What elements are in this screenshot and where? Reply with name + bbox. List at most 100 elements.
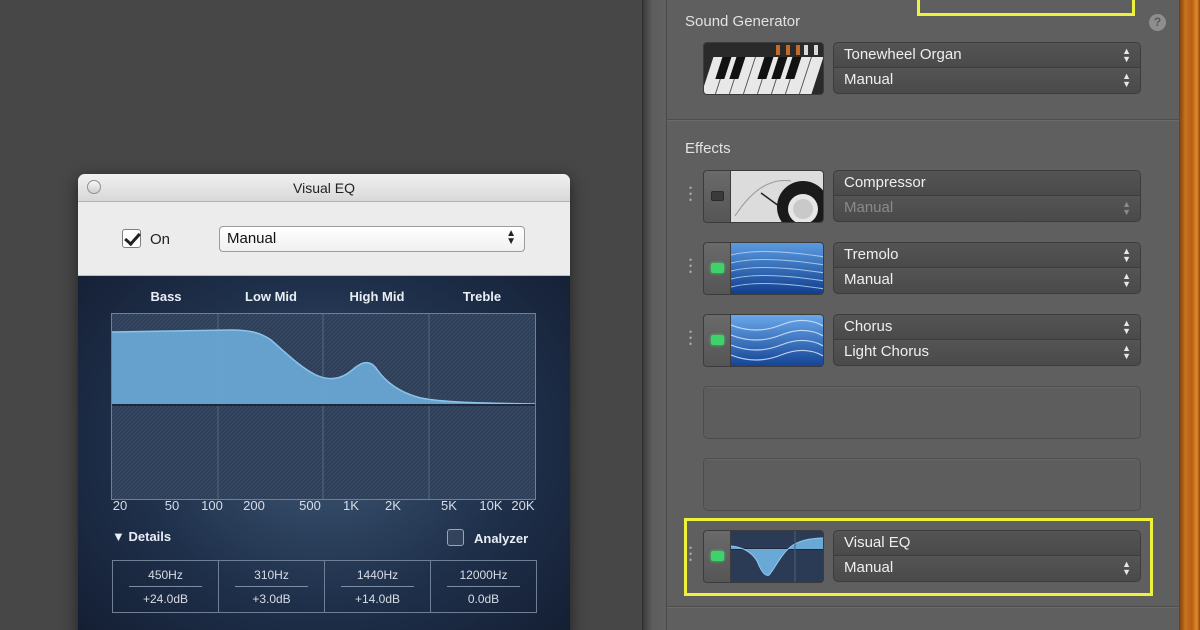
band-frequency[interactable]: 450Hz — [113, 568, 218, 582]
details-disclosure[interactable]: ▼ Details — [112, 529, 171, 544]
instrument-select[interactable]: Tonewheel Organ ▲ ▼ — [833, 42, 1141, 68]
power-button[interactable] — [704, 531, 731, 582]
disclosure-triangle-icon: ▼ — [112, 529, 125, 544]
section-divider — [667, 606, 1179, 607]
up-down-arrows-icon: ▲ ▼ — [1122, 559, 1131, 577]
drag-handle-icon[interactable]: • • • — [689, 184, 693, 205]
freq-label: 5K — [441, 498, 457, 513]
power-led — [711, 551, 724, 561]
freq-label: 1K — [343, 498, 359, 513]
eq-curve-icon — [731, 531, 823, 582]
up-down-arrows-icon: ▲ ▼ — [506, 228, 516, 247]
effect-name: Compressor — [844, 174, 926, 191]
freq-label: 50 — [164, 498, 180, 513]
up-down-arrows-icon: ▲ ▼ — [1122, 318, 1131, 336]
smart-controls-inspector: ? Sound Generator Tonewheel Organ ▲ ▼ Ma… — [666, 0, 1179, 630]
chorus-wave-icon — [731, 315, 823, 366]
effect-name-visual-eq[interactable]: Visual EQ — [833, 530, 1141, 556]
details-label: Details — [128, 529, 172, 544]
empty-effect-slot[interactable] — [703, 458, 1141, 511]
freq-label: 500 — [299, 498, 321, 513]
band-label-low-mid: Low Mid — [245, 289, 297, 304]
band-label-high-mid: High Mid — [349, 289, 405, 304]
effect-preset: Light Chorus — [844, 343, 930, 360]
power-button[interactable] — [704, 171, 731, 222]
analyzer-checkbox[interactable] — [447, 529, 464, 546]
eq-preset-value: Manual — [227, 230, 277, 247]
eq-curve-graph[interactable] — [111, 313, 537, 501]
power-button[interactable] — [704, 243, 731, 294]
band-detail-high-mid: 1440Hz +14.0dB — [325, 561, 431, 612]
effect-slot-compressor[interactable] — [703, 170, 824, 223]
divider — [129, 586, 202, 587]
effect-slot-visual-eq[interactable] — [703, 530, 824, 583]
band-details-table: 450Hz +24.0dB 310Hz +3.0dB 1440Hz +14.0d… — [112, 560, 537, 613]
effects-title: Effects — [685, 140, 731, 157]
empty-effect-slot[interactable] — [703, 386, 1141, 439]
effect-name: Visual EQ — [844, 534, 911, 551]
freq-label: 10K — [479, 498, 503, 513]
eq-preset-select[interactable]: Manual ▲ ▼ — [219, 226, 525, 252]
effect-preset: Manual — [844, 271, 894, 288]
effect-preset-tremolo[interactable]: Manual ▲ ▼ — [833, 268, 1141, 294]
band-detail-bass: 450Hz +24.0dB — [113, 561, 219, 612]
freq-label: 200 — [243, 498, 265, 513]
tremolo-wave-icon — [731, 243, 823, 294]
instrument-value: Tonewheel Organ — [844, 46, 962, 63]
band-gain[interactable]: 0.0dB — [431, 592, 536, 606]
effect-preset-compressor[interactable]: Manual ▲ ▼ — [833, 196, 1141, 222]
effect-slot-chorus[interactable] — [703, 314, 824, 367]
drag-handle-icon[interactable]: • • • — [689, 544, 693, 565]
organ-keyboard-icon[interactable] — [703, 42, 824, 95]
band-detail-low-mid: 310Hz +3.0dB — [219, 561, 325, 612]
eq-toolbar: On Manual ▲ ▼ — [78, 202, 570, 276]
effect-name: Chorus — [844, 318, 893, 335]
visual-eq-window: Visual EQ On Manual ▲ ▼ Bass Low Mid High… — [78, 174, 570, 630]
section-divider — [667, 119, 1179, 120]
band-frequency[interactable]: 1440Hz — [325, 568, 430, 582]
inspector-edge — [642, 0, 666, 630]
analyzer-label: Analyzer — [474, 531, 529, 546]
eq-graph-panel: Bass Low Mid High Mid Treble 20 50 100 2… — [78, 276, 570, 630]
band-gain[interactable]: +14.0dB — [325, 592, 430, 606]
band-label-bass: Bass — [150, 289, 182, 304]
sound-generator-title: Sound Generator — [685, 13, 801, 30]
up-down-arrows-icon: ▲ ▼ — [1122, 343, 1131, 361]
power-led — [711, 335, 724, 345]
up-down-arrows-icon: ▲ ▼ — [1122, 246, 1131, 264]
divider — [235, 586, 308, 587]
effect-name-compressor[interactable]: Compressor — [833, 170, 1141, 196]
window-title: Visual EQ — [293, 180, 355, 196]
on-checkbox[interactable] — [122, 229, 141, 248]
wood-panel-edge — [1179, 0, 1200, 630]
band-label-treble: Treble — [462, 289, 502, 304]
band-gain[interactable]: +3.0dB — [219, 592, 324, 606]
band-frequency[interactable]: 12000Hz — [431, 568, 536, 582]
freq-label: 2K — [385, 498, 401, 513]
effect-name: Tremolo — [844, 246, 899, 263]
drag-handle-icon[interactable]: • • • — [689, 256, 693, 277]
effect-preset-chorus[interactable]: Light Chorus ▲ ▼ — [833, 340, 1141, 366]
instrument-preset-select[interactable]: Manual ▲ ▼ — [833, 68, 1141, 94]
drag-handle-icon[interactable]: • • • — [689, 328, 693, 349]
freq-label: 100 — [201, 498, 223, 513]
effect-preset: Manual — [844, 199, 894, 216]
band-frequency[interactable]: 310Hz — [219, 568, 324, 582]
power-led — [711, 263, 724, 273]
effect-slot-tremolo[interactable] — [703, 242, 824, 295]
effect-name-tremolo[interactable]: Tremolo ▲ ▼ — [833, 242, 1141, 268]
freq-label: 20K — [511, 498, 535, 513]
up-down-arrows-icon: ▲ ▼ — [1122, 71, 1131, 89]
up-down-arrows-icon: ▲ ▼ — [1122, 46, 1131, 64]
on-label: On — [150, 231, 171, 248]
band-gain[interactable]: +24.0dB — [113, 592, 218, 606]
band-detail-treble: 12000Hz 0.0dB — [431, 561, 536, 612]
power-led — [711, 191, 724, 201]
highlight-box — [917, 0, 1135, 16]
window-titlebar[interactable]: Visual EQ — [78, 174, 570, 202]
help-icon[interactable]: ? — [1149, 14, 1166, 31]
power-button[interactable] — [704, 315, 731, 366]
up-down-arrows-icon: ▲ ▼ — [1122, 271, 1131, 289]
effect-preset-visual-eq[interactable]: Manual ▲ ▼ — [833, 556, 1141, 582]
effect-name-chorus[interactable]: Chorus ▲ ▼ — [833, 314, 1141, 340]
